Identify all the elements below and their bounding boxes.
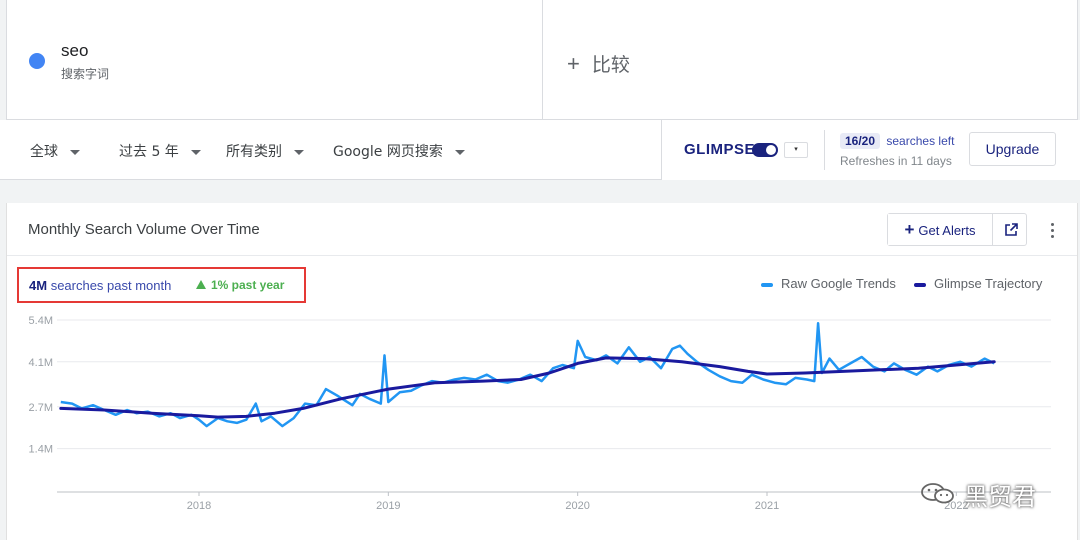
glimpse-dropdown[interactable]: ▾ xyxy=(784,142,808,158)
time-range-filter[interactable]: 过去 5 年 xyxy=(119,141,201,161)
region-filter-label: 全球 xyxy=(30,144,58,160)
search-type-filter[interactable]: Google 网页搜索 xyxy=(333,141,465,161)
search-term-box[interactable]: seo 搜索字词 xyxy=(7,0,543,120)
time-range-filter-label: 过去 5 年 xyxy=(119,144,179,160)
y-tick-label: 5.4M xyxy=(29,315,53,327)
y-tick-label: 4.1M xyxy=(29,357,53,369)
caret-down-icon xyxy=(70,149,80,155)
watermark-text: 黑贸君 xyxy=(964,483,1036,511)
glimpse-panel: GLIMPSE ▾ 16/20 searches left Refreshes … xyxy=(661,120,1080,180)
refresh-text: Refreshes in 11 days xyxy=(840,154,952,168)
caret-down-icon xyxy=(454,149,465,155)
divider xyxy=(824,130,825,170)
category-filter-label: 所有类别 xyxy=(226,144,282,160)
search-term-type: 搜索字词 xyxy=(61,67,110,81)
caret-down-icon xyxy=(294,149,304,155)
region-filter[interactable]: 全球 xyxy=(30,141,80,161)
raw-trends-line xyxy=(60,321,995,428)
upgrade-button[interactable]: Upgrade xyxy=(969,132,1056,166)
plus-icon: + xyxy=(567,51,580,76)
x-tick-label: 2021 xyxy=(755,500,779,512)
quota-badge: 16/20 xyxy=(840,133,881,149)
x-tick-label: 2020 xyxy=(565,500,589,512)
x-tick-label: 2018 xyxy=(187,500,211,512)
x-tick-label: 2019 xyxy=(376,500,400,512)
glimpse-toggle[interactable] xyxy=(752,143,778,157)
y-tick-label: 1.4M xyxy=(29,444,53,456)
caret-down-icon xyxy=(190,149,201,155)
search-term-name: seo xyxy=(61,41,89,60)
category-filter[interactable]: 所有类别 xyxy=(226,141,304,161)
glimpse-logo: GLIMPSE xyxy=(684,141,756,158)
trajectory-line xyxy=(59,356,996,419)
quota-text: 16/20 searches left xyxy=(840,133,954,149)
wechat-icon xyxy=(921,483,954,504)
term-color-dot xyxy=(29,53,45,69)
quota-label: searches left xyxy=(886,134,955,148)
search-type-filter-label: Google 网页搜索 xyxy=(333,144,443,160)
compare-button[interactable]: + 比较 xyxy=(567,50,630,77)
y-tick-label: 2.7M xyxy=(29,402,53,414)
compare-label: 比较 xyxy=(591,54,630,76)
search-term-card: seo 搜索字词 + 比较 xyxy=(6,0,1078,120)
